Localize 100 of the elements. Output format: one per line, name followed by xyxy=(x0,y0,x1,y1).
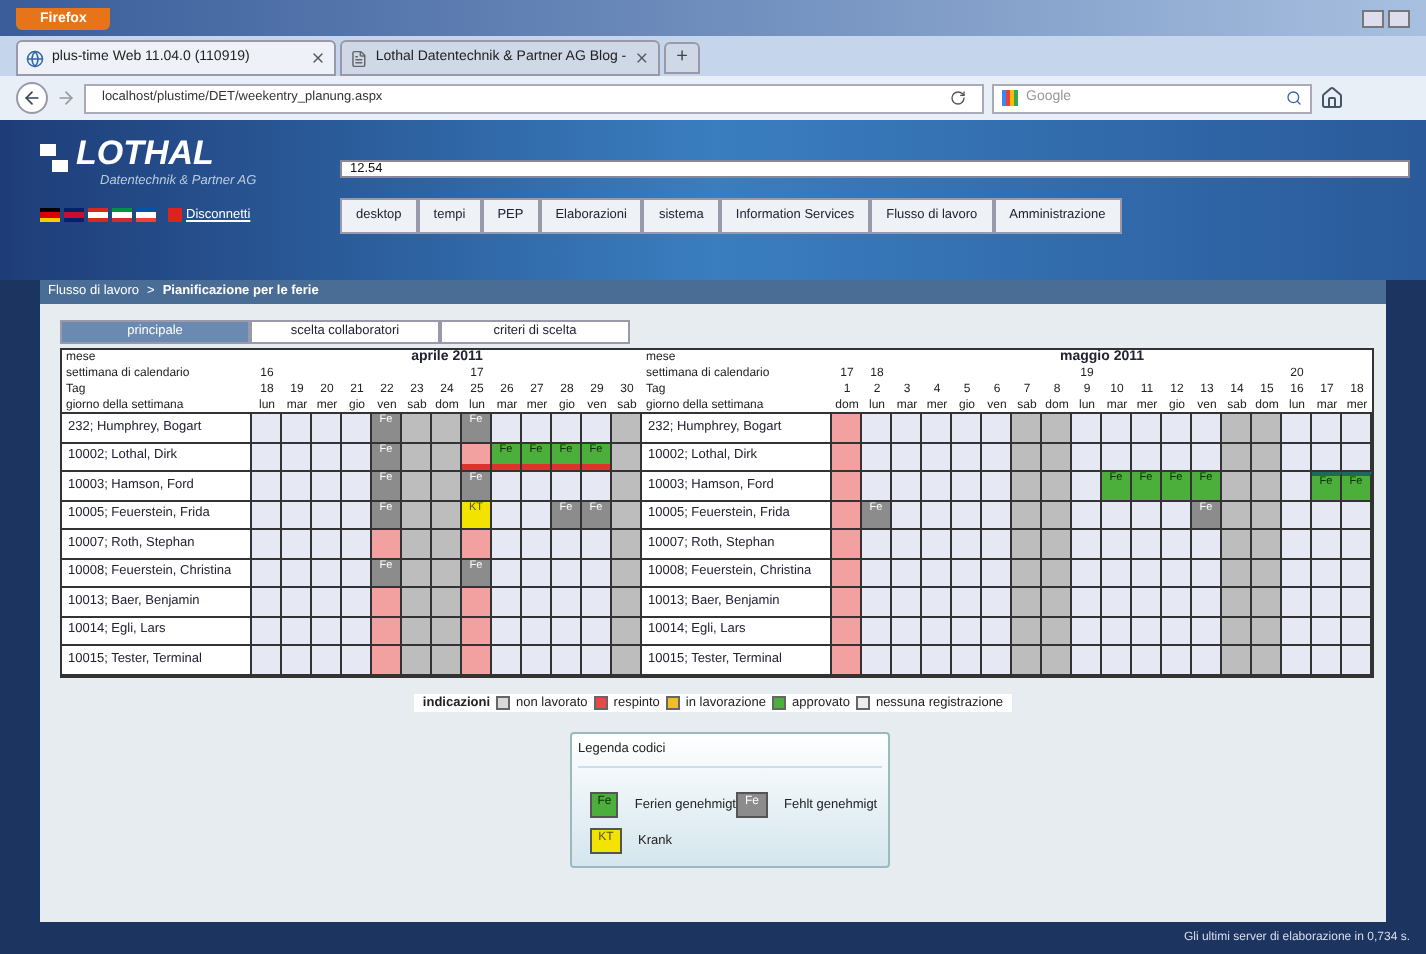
calendar-cell[interactable] xyxy=(312,501,342,528)
calendar-cell[interactable] xyxy=(402,472,432,499)
calendar-cell[interactable] xyxy=(312,472,342,499)
calendar-cell[interactable] xyxy=(1222,646,1252,673)
calendar-cell[interactable] xyxy=(1132,617,1162,644)
calendar-cell[interactable] xyxy=(862,414,892,441)
calendar-cell[interactable] xyxy=(252,501,282,528)
flag-icon[interactable] xyxy=(88,208,108,223)
calendar-cell[interactable] xyxy=(1312,530,1342,557)
calendar-cell[interactable] xyxy=(982,414,1012,441)
calendar-cell[interactable] xyxy=(862,472,892,499)
calendar-cell[interactable] xyxy=(1102,414,1132,441)
calendar-cell[interactable] xyxy=(1042,530,1072,557)
calendar-cell[interactable] xyxy=(1252,559,1282,586)
calendar-cell[interactable] xyxy=(1192,443,1222,470)
calendar-cell[interactable] xyxy=(1012,646,1042,673)
calendar-cell[interactable] xyxy=(1042,443,1072,470)
calendar-cell[interactable] xyxy=(832,588,862,615)
calendar-cell[interactable] xyxy=(952,617,982,644)
calendar-cell[interactable] xyxy=(1102,646,1132,673)
close-icon[interactable] xyxy=(310,50,326,66)
calendar-cell[interactable] xyxy=(1312,646,1342,673)
calendar-cell[interactable] xyxy=(832,414,862,441)
calendar-cell[interactable] xyxy=(522,472,552,499)
calendar-cell[interactable] xyxy=(922,501,952,528)
flag-icon[interactable] xyxy=(112,208,132,223)
calendar-cell[interactable] xyxy=(612,617,642,644)
calendar-cell[interactable] xyxy=(1162,443,1192,470)
calendar-cell[interactable] xyxy=(1312,443,1342,470)
calendar-cell[interactable] xyxy=(432,646,462,673)
calendar-cell[interactable] xyxy=(1252,646,1282,673)
calendar-cell[interactable] xyxy=(1342,443,1372,470)
calendar-cell[interactable] xyxy=(1162,530,1192,557)
calendar-cell[interactable] xyxy=(832,646,862,673)
calendar-cell[interactable] xyxy=(982,530,1012,557)
calendar-cell[interactable] xyxy=(922,472,952,499)
calendar-cell[interactable] xyxy=(1282,530,1312,557)
calendar-cell[interactable] xyxy=(982,472,1012,499)
calendar-cell[interactable] xyxy=(342,559,372,586)
calendar-cell[interactable] xyxy=(1342,559,1372,586)
calendar-cell[interactable] xyxy=(1252,414,1282,441)
calendar-cell[interactable] xyxy=(922,559,952,586)
calendar-cell[interactable] xyxy=(1342,646,1372,673)
calendar-cell[interactable] xyxy=(582,472,612,499)
calendar-cell[interactable] xyxy=(1222,443,1252,470)
calendar-cell[interactable] xyxy=(552,646,582,673)
calendar-cell[interactable] xyxy=(892,443,922,470)
calendar-cell[interactable] xyxy=(982,646,1012,673)
calendar-cell[interactable] xyxy=(402,559,432,586)
calendar-cell[interactable] xyxy=(282,443,312,470)
calendar-cell[interactable] xyxy=(892,472,922,499)
calendar-cell[interactable] xyxy=(982,617,1012,644)
calendar-cell[interactable] xyxy=(1312,501,1342,528)
calendar-cell[interactable] xyxy=(1282,646,1312,673)
calendar-cell[interactable] xyxy=(342,530,372,557)
calendar-cell[interactable] xyxy=(952,472,982,499)
calendar-cell[interactable] xyxy=(312,559,342,586)
calendar-cell[interactable] xyxy=(832,530,862,557)
calendar-cell[interactable] xyxy=(1072,530,1102,557)
new-tab-button[interactable]: + xyxy=(664,42,700,74)
calendar-cell[interactable] xyxy=(1072,501,1102,528)
calendar-cell[interactable] xyxy=(1102,588,1132,615)
calendar-cell[interactable] xyxy=(922,646,952,673)
calendar-cell[interactable] xyxy=(862,443,892,470)
calendar-cell[interactable] xyxy=(1192,588,1222,615)
calendar-cell[interactable] xyxy=(1072,472,1102,499)
calendar-cell[interactable] xyxy=(492,617,522,644)
calendar-cell[interactable] xyxy=(832,559,862,586)
calendar-cell[interactable] xyxy=(582,646,612,673)
calendar-cell[interactable] xyxy=(342,588,372,615)
calendar-cell[interactable] xyxy=(312,414,342,441)
calendar-cell[interactable] xyxy=(952,414,982,441)
calendar-cell[interactable] xyxy=(1012,559,1042,586)
calendar-cell[interactable] xyxy=(522,414,552,441)
home-icon[interactable] xyxy=(1320,86,1344,110)
calendar-cell[interactable] xyxy=(1162,588,1192,615)
calendar-cell[interactable] xyxy=(1042,414,1072,441)
calendar-cell[interactable] xyxy=(1042,559,1072,586)
calendar-cell[interactable] xyxy=(462,646,492,673)
maximize-icon[interactable] xyxy=(1388,9,1410,27)
calendar-cell[interactable] xyxy=(492,530,522,557)
calendar-cell[interactable] xyxy=(1072,646,1102,673)
calendar-cell[interactable] xyxy=(1222,617,1252,644)
calendar-cell[interactable] xyxy=(402,617,432,644)
calendar-cell[interactable] xyxy=(862,559,892,586)
calendar-cell[interactable] xyxy=(1072,443,1102,470)
calendar-cell[interactable] xyxy=(312,588,342,615)
calendar-cell[interactable] xyxy=(582,530,612,557)
calendar-cell[interactable] xyxy=(522,530,552,557)
calendar-cell[interactable] xyxy=(892,588,922,615)
calendar-cell[interactable] xyxy=(1162,501,1192,528)
calendar-cell[interactable] xyxy=(1072,559,1102,586)
calendar-cell[interactable] xyxy=(952,501,982,528)
calendar-cell[interactable] xyxy=(1282,588,1312,615)
calendar-cell[interactable] xyxy=(432,472,462,499)
calendar-cell[interactable] xyxy=(1252,472,1282,499)
calendar-cell[interactable] xyxy=(1132,559,1162,586)
calendar-cell[interactable] xyxy=(372,617,402,644)
calendar-cell[interactable] xyxy=(612,501,642,528)
calendar-cell[interactable] xyxy=(252,588,282,615)
